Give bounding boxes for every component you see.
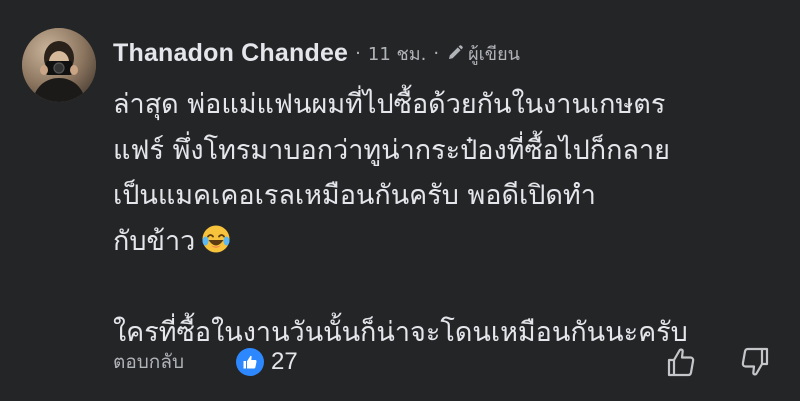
pencil-icon [449, 45, 463, 59]
reply-button[interactable]: ตอบกลับ [113, 347, 184, 377]
comment-line-with-emoji: กับข้าว [113, 219, 793, 265]
avatar[interactable] [22, 28, 96, 102]
author-name[interactable]: Thanadon Chandee [113, 39, 348, 68]
reaction-summary[interactable]: 27 [236, 348, 298, 376]
comment-header: Thanadon Chandee · 11 ชม. · ผู้เขียน [113, 36, 520, 70]
separator-dot: · [433, 42, 440, 64]
comment-body: ล่าสุด พ่อแม่แฟนผมที่ไปซื้อด้วยกันในงานเ… [113, 82, 793, 355]
comment-line: แฟร์ พึ่งโทรมาบอกว่าทูน่ากระป๋องที่ซื้อไ… [113, 134, 670, 166]
person-with-camera-avatar [22, 28, 96, 102]
upvote-button[interactable] [666, 346, 696, 382]
like-count: 27 [271, 348, 298, 375]
downvote-button[interactable] [740, 346, 770, 382]
comment-line: เป็นแมคเคอเรลเหมือนกันครับ พอดีเปิดทำ [113, 180, 596, 211]
thumbs-up-icon [236, 348, 265, 376]
comment-line: ล่าสุด พ่อแม่แฟนผมที่ไปซื้อด้วยกันในงานเ… [113, 89, 666, 120]
comment-footer: ตอบกลับ 27 [113, 344, 298, 380]
comment-time[interactable]: 11 ชม. [368, 39, 426, 68]
downvote-icon [741, 347, 769, 376]
author-badge-label: ผู้เขียน [468, 43, 520, 65]
laughing-with-tears-emoji [201, 223, 231, 269]
comment-line: กับข้าว [113, 225, 196, 257]
upvote-icon [667, 348, 695, 377]
author-badge: ผู้เขียน [446, 39, 520, 68]
separator-dot: · [355, 42, 361, 64]
